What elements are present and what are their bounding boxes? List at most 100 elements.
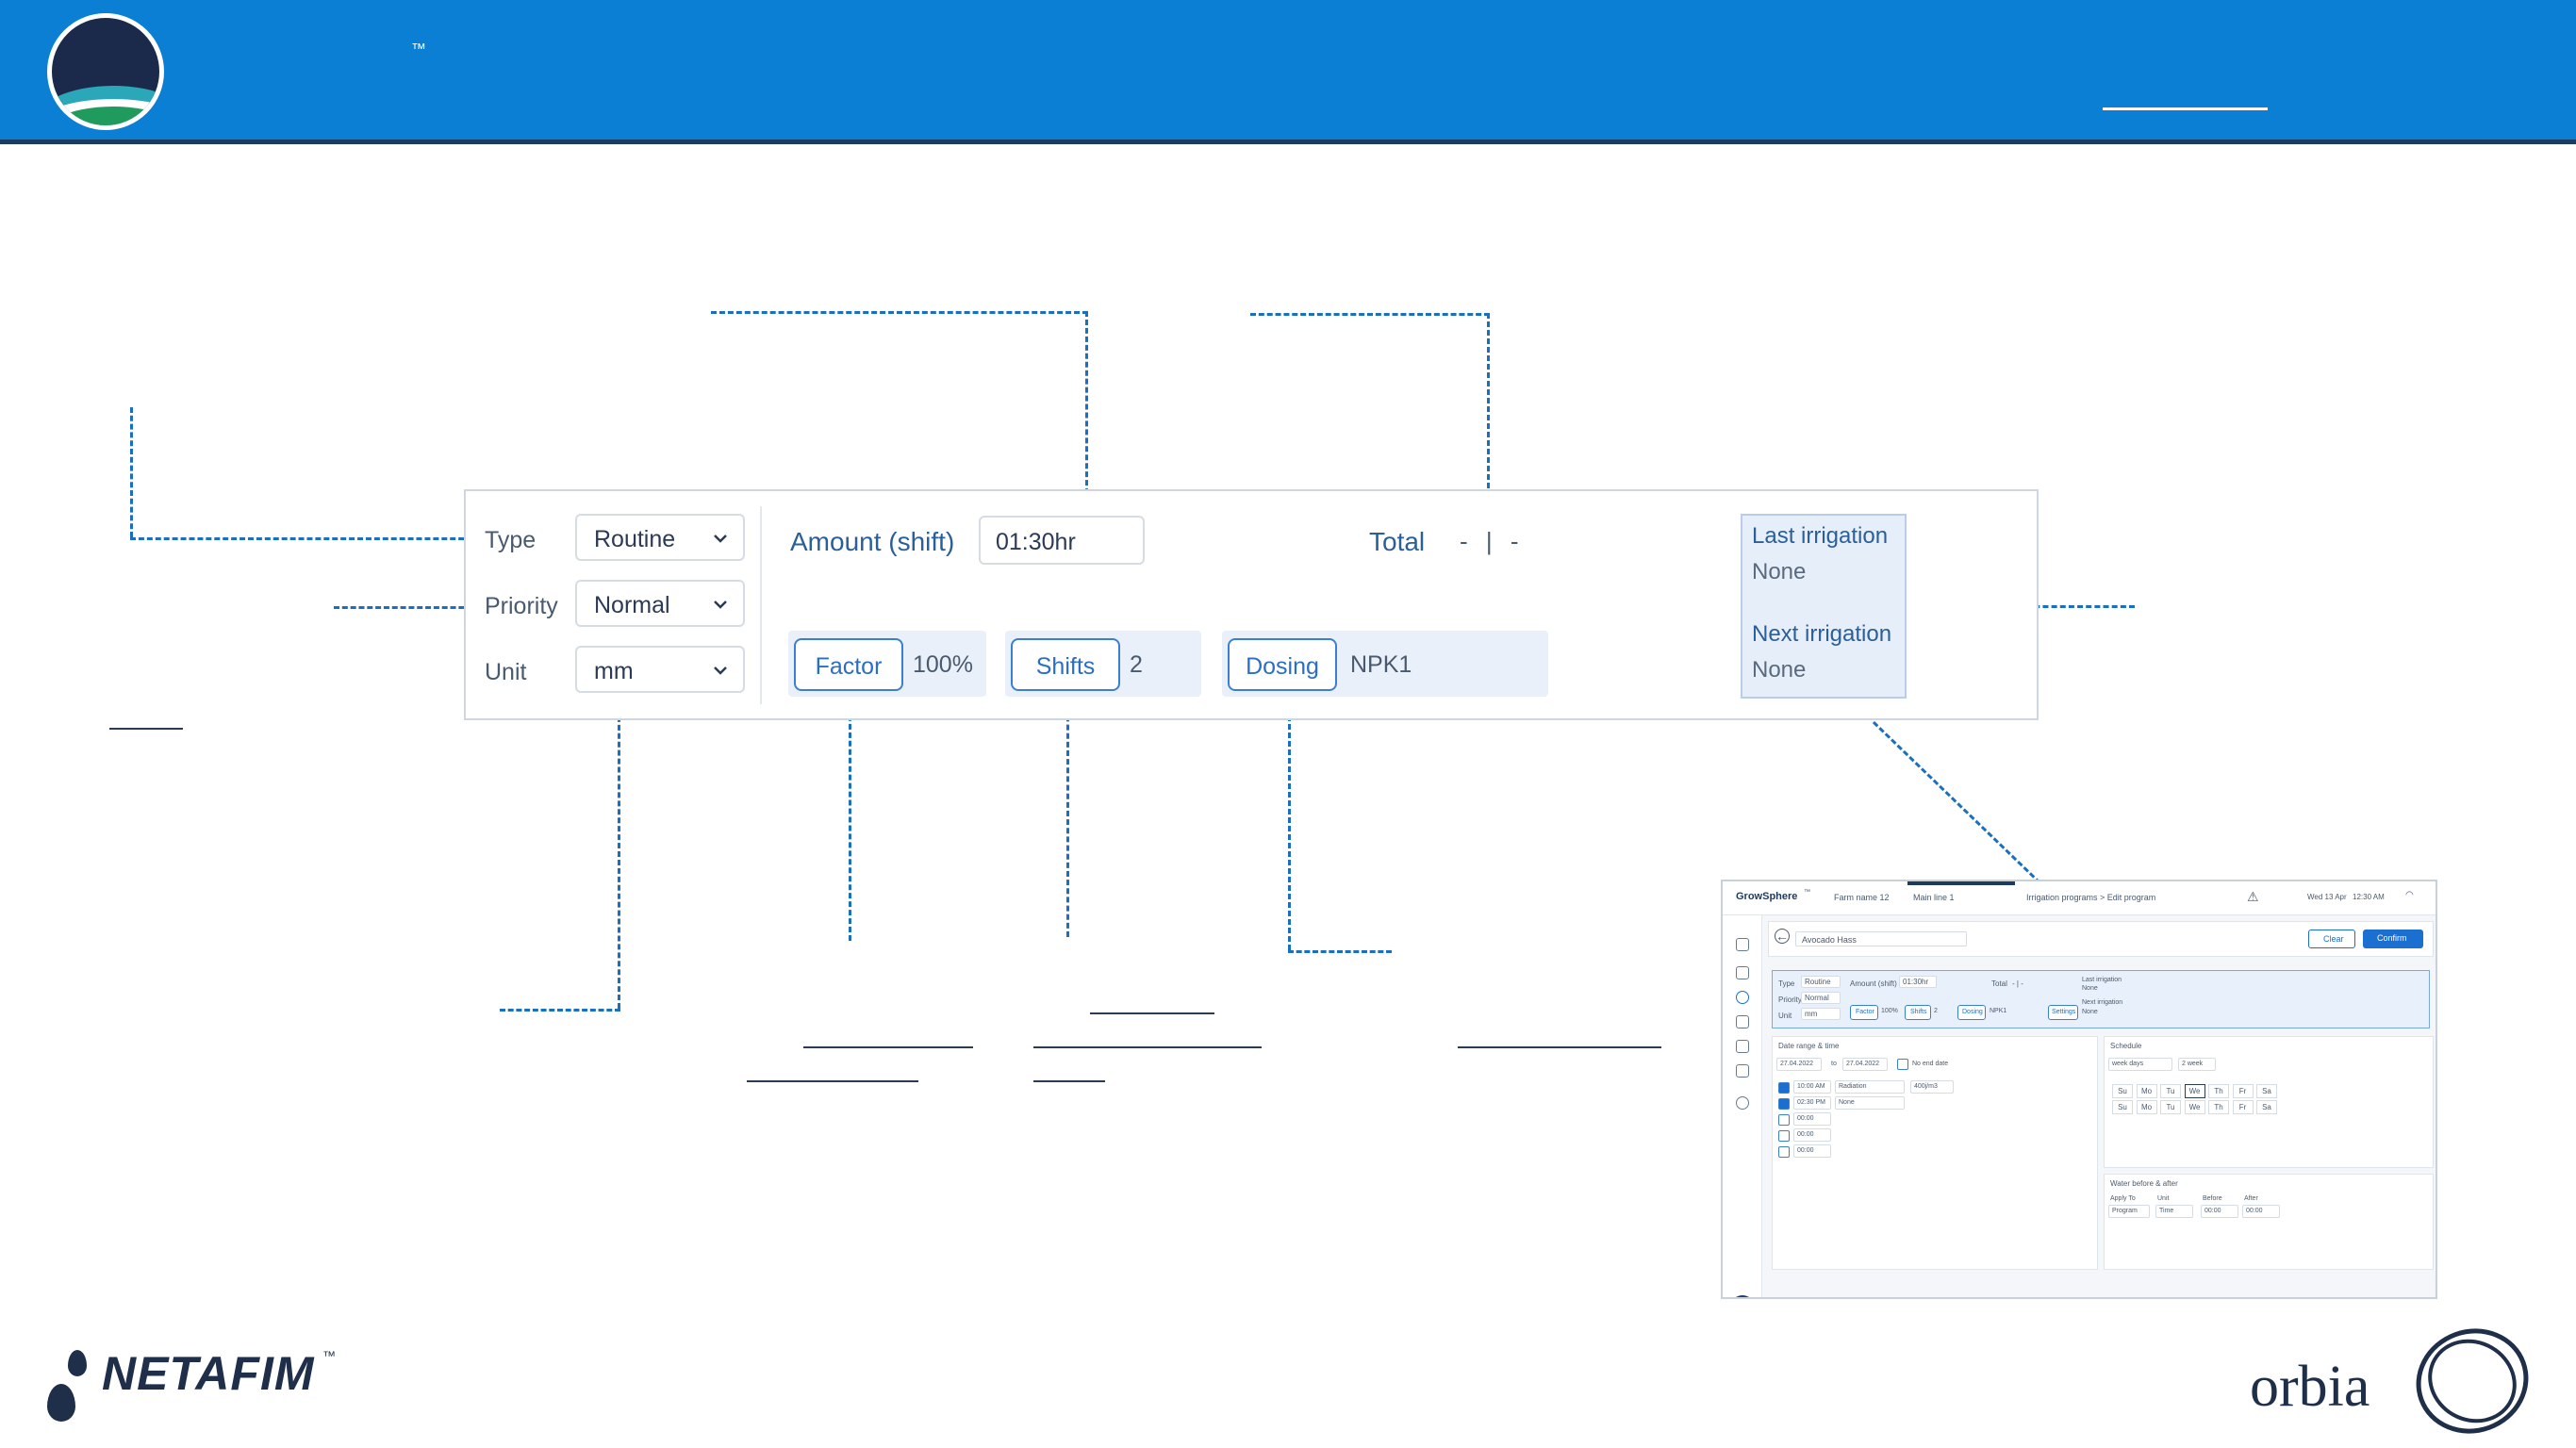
thumb-farm-select[interactable]: Farm name 12 bbox=[1834, 893, 1890, 902]
shifts-group: Shifts 2 bbox=[1005, 631, 1201, 697]
type-select[interactable]: Routine bbox=[575, 514, 745, 561]
day-toggle-sa[interactable]: Sa bbox=[2256, 1100, 2277, 1114]
shifts-button[interactable]: Shifts bbox=[1011, 638, 1120, 691]
placeholder-underline bbox=[1458, 1046, 1661, 1048]
thumb-unit2-select[interactable]: Time bbox=[2155, 1205, 2193, 1218]
thumb-schedule-mode-value: week days bbox=[2112, 1061, 2144, 1067]
amount-shift-value: 01:30hr bbox=[996, 529, 1076, 555]
clear-button[interactable]: Clear bbox=[2308, 930, 2355, 948]
irrigation-icon[interactable] bbox=[1736, 991, 1749, 1004]
day-toggle-fr[interactable]: Fr bbox=[2232, 1100, 2254, 1114]
thumb-time-input-4[interactable]: 00:00 bbox=[1793, 1128, 1831, 1142]
thumb-settings-button[interactable]: Settings bbox=[2048, 1005, 2078, 1020]
day-toggle-mo[interactable]: Mo bbox=[2136, 1084, 2157, 1098]
thumb-time-checkbox-2[interactable] bbox=[1778, 1098, 1790, 1110]
thumb-time-input-3[interactable]: 00:00 bbox=[1793, 1112, 1831, 1126]
confirm-button[interactable]: Confirm bbox=[2363, 930, 2423, 948]
thumb-schedule-mode[interactable]: week days bbox=[2108, 1058, 2172, 1071]
unit-select[interactable]: mm bbox=[575, 646, 745, 693]
day-toggle-tu[interactable]: Tu bbox=[2160, 1084, 2181, 1098]
priority-select[interactable]: Normal bbox=[575, 580, 745, 627]
thumb-date: Wed 13 Apr bbox=[2307, 893, 2347, 901]
type-select-value: Routine bbox=[594, 526, 676, 552]
thumb-time-input-1[interactable]: 10:00 AM bbox=[1793, 1080, 1831, 1094]
thumb-after-input[interactable]: 00:00 bbox=[2242, 1205, 2280, 1218]
home-icon[interactable] bbox=[1736, 938, 1749, 951]
program-name-input[interactable]: Avocado Hass bbox=[1795, 931, 1967, 946]
thumb-schedule-period-value: 2 week bbox=[2182, 1061, 2204, 1067]
thumb-wifi-icon: ◠ bbox=[2405, 890, 2414, 900]
thumb-amount-input[interactable]: 01:30hr bbox=[1899, 976, 1937, 988]
program-settings-panel: Type Routine Priority Normal Unit mm Amo… bbox=[464, 489, 2039, 720]
npk-icon[interactable] bbox=[1736, 1015, 1749, 1028]
thumb-time-5: 00:00 bbox=[1797, 1147, 1814, 1154]
header-divider bbox=[0, 140, 2576, 144]
day-toggle-tu[interactable]: Tu bbox=[2160, 1100, 2181, 1114]
thumb-time-checkbox-5[interactable] bbox=[1778, 1146, 1790, 1158]
thumb-schedule-period[interactable]: 2 week bbox=[2178, 1058, 2216, 1071]
day-toggle-su[interactable]: Su bbox=[2112, 1084, 2133, 1098]
warning-icon[interactable] bbox=[1736, 1040, 1749, 1053]
thumb-alert-icon[interactable]: ⚠ bbox=[2247, 889, 2259, 905]
type-label: Type bbox=[485, 527, 537, 553]
thumb-time-checkbox-1[interactable] bbox=[1778, 1082, 1790, 1094]
thumb-date-from[interactable]: 27.04.2022 bbox=[1776, 1058, 1822, 1071]
header-link-underline bbox=[2103, 107, 2268, 110]
thumb-mainline-select[interactable]: Main line 1 bbox=[1913, 893, 1955, 902]
thumb-factor-button[interactable]: Factor bbox=[1850, 1005, 1878, 1020]
day-toggle-mo[interactable]: Mo bbox=[2136, 1100, 2157, 1114]
amount-shift-input[interactable]: 01:30hr bbox=[979, 516, 1145, 565]
table-icon[interactable] bbox=[1736, 1064, 1749, 1078]
thumb-shifts-label: Shifts bbox=[1910, 1009, 1927, 1015]
back-arrow-icon[interactable]: ← bbox=[1775, 929, 1790, 944]
thumb-apply-to-select[interactable]: Program bbox=[2108, 1205, 2150, 1218]
thumb-before-input[interactable]: 00:00 bbox=[2201, 1205, 2238, 1218]
day-toggle-th[interactable]: Th bbox=[2208, 1084, 2229, 1098]
thumb-total-label: Total bbox=[1991, 979, 2007, 988]
thumb-unit-label: Unit bbox=[1778, 1012, 1792, 1020]
thumb-dosing-button[interactable]: Dosing bbox=[1957, 1005, 1986, 1020]
thumb-date-to-value: 27.04.2022 bbox=[1846, 1061, 1880, 1067]
factor-button-label: Factor bbox=[815, 653, 883, 680]
factor-button[interactable]: Factor bbox=[794, 638, 903, 691]
thumb-dosing-label: Dosing bbox=[1962, 1009, 1983, 1015]
thumb-date-to[interactable]: 27.04.2022 bbox=[1842, 1058, 1888, 1071]
thumb-type-select[interactable]: Routine bbox=[1801, 976, 1841, 988]
thumb-trigger-select-2[interactable]: None bbox=[1835, 1096, 1905, 1110]
thumb-no-end-date-checkbox[interactable] bbox=[1897, 1059, 1908, 1070]
thumb-shifts-button[interactable]: Shifts bbox=[1905, 1005, 1931, 1020]
thumb-priority-select[interactable]: Normal bbox=[1801, 992, 1841, 1004]
dosing-button[interactable]: Dosing bbox=[1228, 638, 1337, 691]
thumb-trigger-select-1[interactable]: Radiation bbox=[1835, 1080, 1905, 1094]
day-toggle-sa[interactable]: Sa bbox=[2256, 1084, 2277, 1098]
connector-amount-horizontal bbox=[711, 311, 1088, 314]
thumb-unit-select[interactable]: mm bbox=[1801, 1008, 1841, 1020]
factor-value: 100% bbox=[913, 651, 973, 678]
thumb-time-checkbox-3[interactable] bbox=[1778, 1114, 1790, 1126]
connector-dosing-vertical bbox=[1288, 690, 1291, 950]
day-toggle-we[interactable]: We bbox=[2184, 1100, 2205, 1114]
day-toggle-fr[interactable]: Fr bbox=[2232, 1084, 2254, 1098]
users-icon[interactable] bbox=[1736, 966, 1749, 979]
thumb-schedule-title: Schedule bbox=[2110, 1042, 2142, 1050]
thumb-next-irrigation-label: Next irrigation bbox=[2082, 999, 2123, 1006]
thumb-time-1: 10:00 AM bbox=[1797, 1083, 1825, 1090]
day-toggle-su[interactable]: Su bbox=[2112, 1100, 2133, 1114]
thumb-priority-value: Normal bbox=[1805, 994, 1829, 1002]
connector-dosing-horizontal bbox=[1288, 950, 1392, 953]
day-toggle-we[interactable]: We bbox=[2184, 1084, 2205, 1098]
thumb-trigger-2: None bbox=[1839, 1099, 1855, 1106]
total-label: Total bbox=[1369, 527, 1426, 556]
thumb-apply-to-value: Program bbox=[2112, 1208, 2138, 1214]
thumb-breadcrumb[interactable]: Irrigation programs > Edit program bbox=[2026, 893, 2155, 902]
thumb-date-from-value: 27.04.2022 bbox=[1780, 1061, 1814, 1067]
thumb-priority-label: Priority bbox=[1778, 996, 1802, 1004]
avatar[interactable]: DF bbox=[1730, 1295, 1755, 1297]
thumb-value-input-1[interactable]: 400j/m3 bbox=[1910, 1080, 1954, 1094]
thumb-time-checkbox-4[interactable] bbox=[1778, 1130, 1790, 1142]
thumb-time-input-2[interactable]: 02:30 PM bbox=[1793, 1096, 1831, 1110]
day-toggle-th[interactable]: Th bbox=[2208, 1100, 2229, 1114]
thumb-time-input-5[interactable]: 00:00 bbox=[1793, 1144, 1831, 1158]
gear-icon[interactable] bbox=[1736, 1096, 1749, 1110]
thumb-sidebar: DF bbox=[1723, 915, 1762, 1297]
